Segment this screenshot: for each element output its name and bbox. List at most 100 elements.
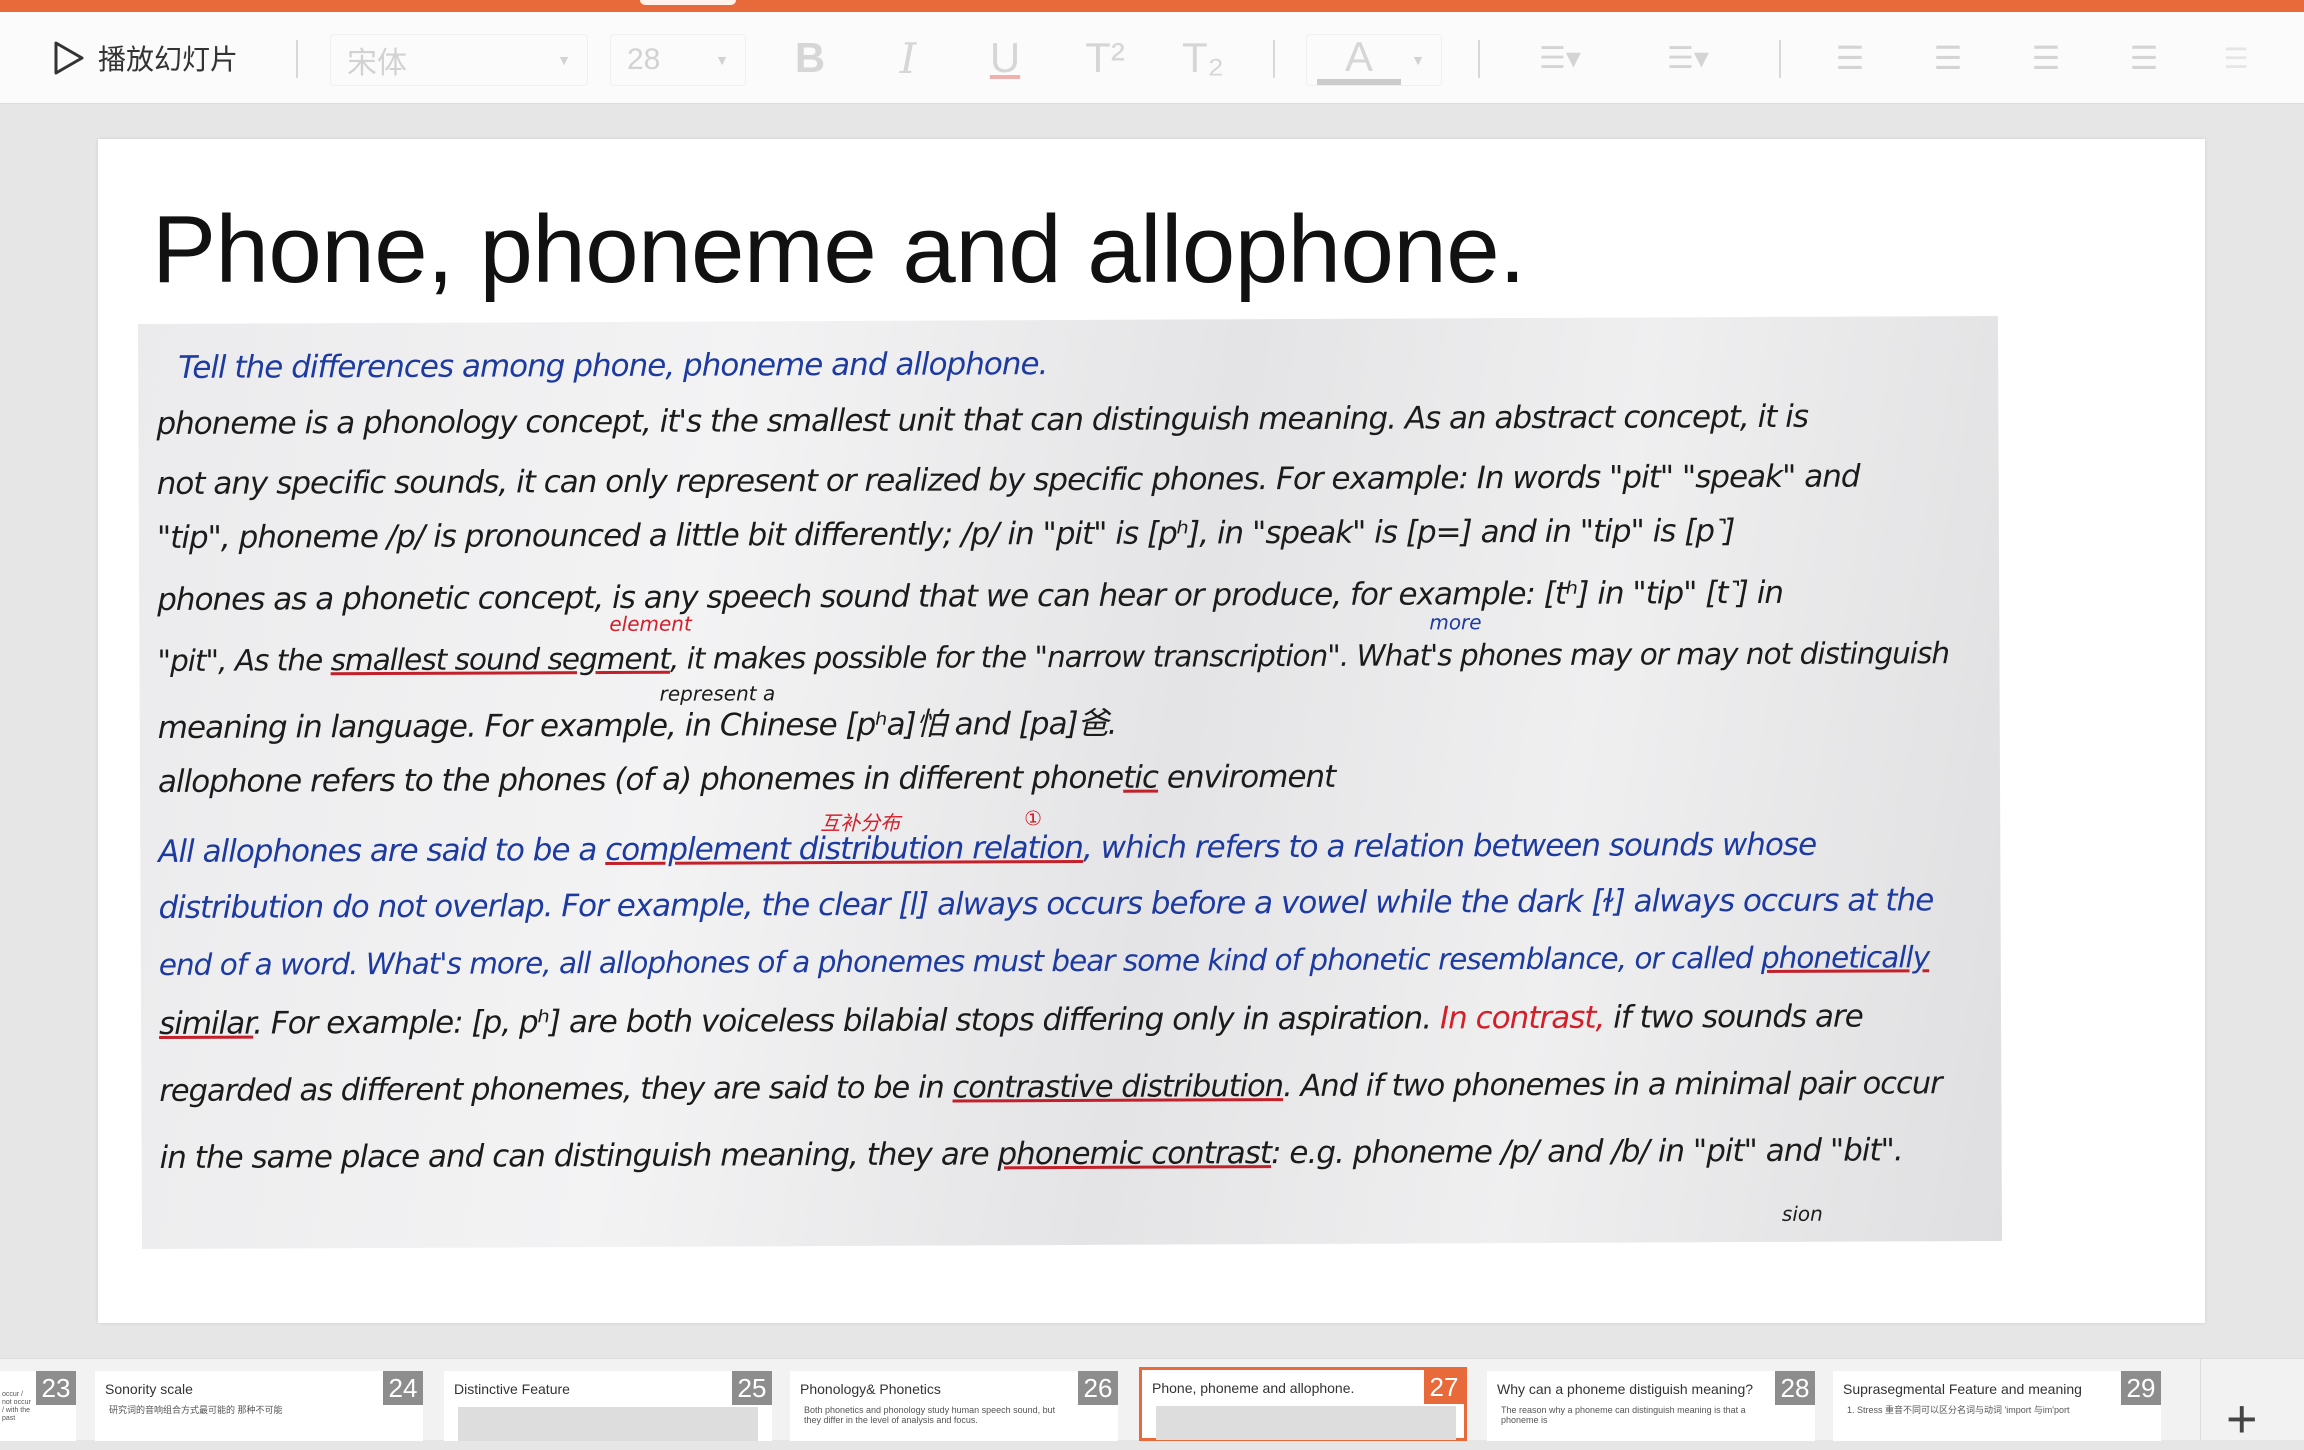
thumbnail-text: 1. Stress 重音不同可以区分名词与动词 'import 与im'port bbox=[1847, 1405, 2070, 1415]
slide-thumbnail-24[interactable]: Sonority scale 研究词的音响组合方式最可能的 那种不可能 24 bbox=[95, 1371, 423, 1441]
handwritten-text: if two sounds are bbox=[1604, 998, 1863, 1036]
top-tab-handle[interactable] bbox=[640, 0, 736, 5]
slide-thumbnail-strip: occur / not occur / with the past 23 Sonor… bbox=[0, 1358, 2304, 1441]
handwritten-text: phonemic contrast bbox=[997, 1135, 1272, 1173]
toolbar-divider bbox=[296, 40, 298, 78]
thumbnail-title: Suprasegmental Feature and meaning bbox=[1843, 1381, 2082, 1397]
toolbar-divider bbox=[1273, 40, 1275, 78]
slide-thumbnail-26[interactable]: Phonology& Phonetics Both phonetics and p… bbox=[790, 1371, 1118, 1441]
toolbar-divider bbox=[1779, 40, 1781, 78]
handwritten-line: end of a word. What's more, all allophon… bbox=[159, 940, 1930, 982]
handwritten-line: All allophones are said to be a compleme… bbox=[158, 827, 1816, 870]
justify-button[interactable]: ☰ bbox=[2124, 12, 2164, 104]
italic-button[interactable]: I bbox=[888, 12, 928, 104]
slide-number-badge: 29 bbox=[2121, 1371, 2161, 1405]
distributed-align-icon: ☰ bbox=[2223, 42, 2249, 74]
strip-divider bbox=[2200, 1358, 2201, 1440]
handwritten-text: All allophones are said to be a bbox=[158, 832, 606, 870]
handwritten-line: "tip", phoneme /p/ is pronounced a littl… bbox=[157, 513, 1735, 556]
font-family-select[interactable]: 宋体 ▼ bbox=[330, 34, 588, 86]
font-family-value: 宋体 bbox=[347, 47, 407, 80]
chevron-down-icon: ▼ bbox=[557, 52, 571, 68]
play-slideshow-label: 播放幻灯片 bbox=[98, 44, 239, 75]
thumbnail-text: Both phonetics and phonology study human… bbox=[804, 1405, 1056, 1425]
slide-number-badge: 25 bbox=[732, 1371, 772, 1405]
slide-thumbnail-28[interactable]: Why can a phoneme distiguish meaning? The… bbox=[1487, 1371, 1815, 1441]
slide-thumbnail-25[interactable]: Distinctive Feature 25 bbox=[444, 1371, 772, 1441]
justify-icon: ☰ bbox=[2129, 40, 2159, 76]
handwritten-text: meaning in language. For example, in Chi… bbox=[157, 705, 1117, 746]
handwritten-text: "tip", phoneme /p/ is pronounced a littl… bbox=[156, 513, 1735, 556]
annotation-represent-a: represent a bbox=[659, 681, 776, 706]
handwritten-text: not any specific sounds, it can only rep… bbox=[156, 458, 1860, 502]
slide-number-badge: 24 bbox=[383, 1371, 423, 1405]
add-slide-button[interactable]: + bbox=[2226, 1388, 2258, 1450]
handwritten-text: similar bbox=[158, 1005, 254, 1042]
handwritten-text: In contrast, bbox=[1439, 999, 1605, 1037]
handwritten-line: meaning in language. For example, in Chi… bbox=[158, 698, 1117, 747]
handwritten-text: regarded as different phonemes, they are… bbox=[159, 1070, 953, 1109]
handwritten-line: in the same place and can distinguish me… bbox=[160, 1132, 1903, 1176]
slide-thumbnail-27[interactable]: Phone, phoneme and allophone. 27 bbox=[1139, 1367, 1467, 1441]
font-size-select[interactable]: 28 ▼ bbox=[610, 34, 746, 86]
handwritten-text: , it makes possible for the "narrow tran… bbox=[669, 636, 1950, 676]
handwritten-line: distribution do not overlap. For example… bbox=[158, 882, 1933, 926]
numbered-list-icon: ☰▾ bbox=[1667, 41, 1709, 75]
handwritten-text: , which refers to a relation between sou… bbox=[1082, 826, 1817, 866]
align-left-button[interactable]: ☰ bbox=[1830, 12, 1870, 104]
thumbnail-image bbox=[1156, 1406, 1456, 1440]
handwritten-line: not any specific sounds, it can only rep… bbox=[157, 459, 1860, 502]
annotation-bottom-fragment: sion bbox=[1781, 1201, 1823, 1226]
bold-button[interactable]: B bbox=[790, 12, 830, 104]
handwritten-text: phoneme is a phonology concept, it's the… bbox=[156, 398, 1809, 442]
font-color-picker[interactable]: A ▼ bbox=[1306, 34, 1442, 86]
play-icon bbox=[54, 41, 84, 75]
handwritten-line: "pit", As the smallest sound segment, it… bbox=[157, 636, 1949, 678]
bullet-list-button[interactable]: ☰▾ bbox=[1530, 12, 1590, 104]
font-color-button[interactable]: A bbox=[1317, 35, 1401, 85]
window-top-bar bbox=[0, 0, 2304, 12]
slide-thumbnail-23[interactable]: occur / not occur / with the past 23 bbox=[0, 1371, 76, 1441]
thumbnail-text: 研究词的音响组合方式最可能的 那种不可能 bbox=[109, 1405, 283, 1415]
handwritten-text: enviroment bbox=[1157, 758, 1336, 796]
font-size-value: 28 bbox=[627, 43, 661, 76]
thumbnail-image bbox=[458, 1407, 758, 1441]
thumbnail-title: Distinctive Feature bbox=[454, 1381, 570, 1397]
chevron-down-icon[interactable]: ▼ bbox=[1411, 52, 1425, 68]
distributed-align-button[interactable]: ☰ bbox=[2218, 12, 2254, 104]
handwritten-text: Tell the differences among phone, phonem… bbox=[178, 346, 1048, 386]
thumbnail-text: occur / not occur / with the past bbox=[2, 1391, 31, 1422]
numbered-list-button[interactable]: ☰▾ bbox=[1658, 12, 1718, 104]
handwritten-text: : e.g. phoneme /p/ and /b/ in "pit" and … bbox=[1270, 1132, 1903, 1172]
superscript-button[interactable]: T² bbox=[1080, 12, 1130, 104]
slide-number-badge: 23 bbox=[36, 1371, 76, 1405]
handwritten-line: similar. For example: [p, pʰ] are both v… bbox=[159, 999, 1863, 1042]
handwritten-line: phones as a phonetic concept, is any spe… bbox=[157, 575, 1783, 618]
align-center-icon: ☰ bbox=[2031, 40, 2061, 76]
align-center-button[interactable]: ☰ bbox=[2026, 12, 2066, 104]
thumbnail-title: Why can a phoneme distiguish meaning? bbox=[1497, 1381, 1754, 1397]
align-right-icon: ☰ bbox=[1933, 40, 1963, 76]
handwritten-text: . And if two phonemes in a minimal pair … bbox=[1283, 1066, 1942, 1105]
handwritten-notes-image[interactable]: Tell the differences among phone, phonem… bbox=[137, 315, 2003, 1250]
toolbar-divider bbox=[1478, 40, 1480, 78]
bullet-list-icon: ☰▾ bbox=[1539, 41, 1581, 75]
handwritten-text: . For example: [p, pʰ] are both voiceles… bbox=[253, 1000, 1441, 1042]
handwritten-text: in the same place and can distinguish me… bbox=[159, 1136, 998, 1176]
align-right-button[interactable]: ☰ bbox=[1928, 12, 1968, 104]
slide-number-badge: 26 bbox=[1078, 1371, 1118, 1405]
subscript-button[interactable]: T₂ bbox=[1178, 12, 1228, 104]
handwritten-text: tic bbox=[1123, 759, 1159, 796]
underline-button[interactable]: U bbox=[985, 12, 1025, 104]
formatting-toolbar: 播放幻灯片 宋体 ▼ 28 ▼ B I U T² T₂ A ▼ ☰▾ ☰▾ ☰ ☰ … bbox=[0, 12, 2304, 104]
annotation-more: more bbox=[1429, 610, 1482, 635]
handwritten-line: allophone refers to the phones (of a) ph… bbox=[158, 759, 1335, 800]
thumbnail-title: Phone, phoneme and allophone. bbox=[1152, 1380, 1355, 1396]
thumbnail-title: Sonority scale bbox=[105, 1381, 193, 1397]
play-slideshow-button[interactable]: 播放幻灯片 bbox=[52, 12, 238, 104]
slide-number-badge: 28 bbox=[1775, 1371, 1815, 1405]
annotation-circle-1: ① bbox=[1024, 806, 1043, 831]
handwritten-line: phoneme is a phonology concept, it's the… bbox=[156, 399, 1808, 442]
slide-title[interactable]: Phone, phoneme and allophone. bbox=[152, 195, 1526, 305]
slide-thumbnail-29[interactable]: Suprasegmental Feature and meaning 1. Str… bbox=[1833, 1371, 2161, 1441]
